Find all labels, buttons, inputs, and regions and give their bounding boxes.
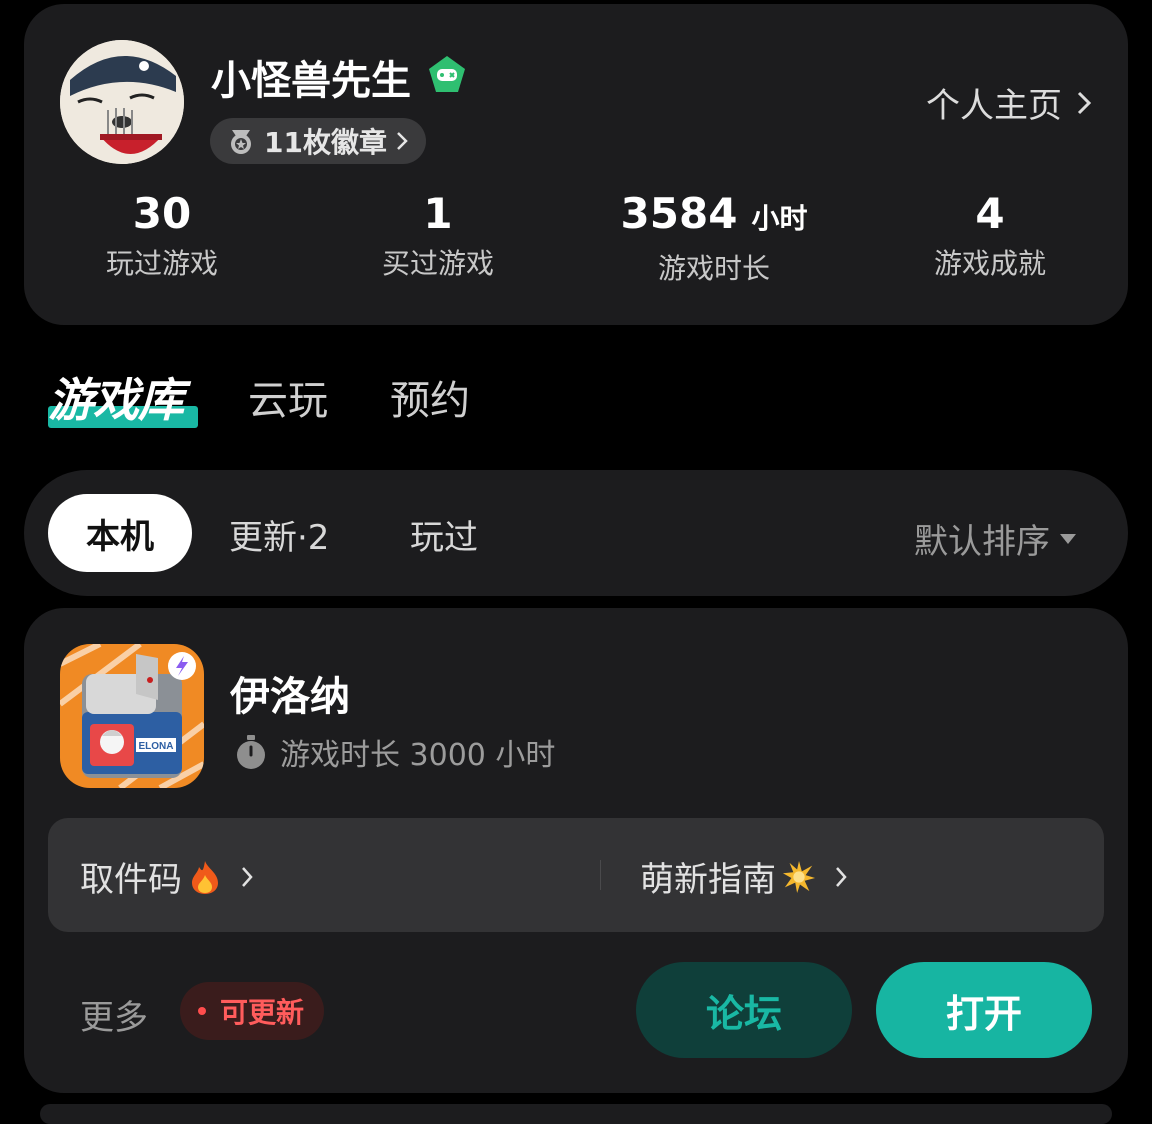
chevron-right-icon (242, 866, 253, 887)
badges-label: 11枚徽章 (264, 126, 387, 159)
username: 小怪兽先生 (211, 58, 411, 104)
tab-reservations[interactable]: 预约 (390, 368, 470, 426)
game-card: ELONA 伊洛纳 游戏时长 3000 小时 取件码 萌新指南 更多 可更新 论… (24, 608, 1128, 1093)
game-icon[interactable]: ELONA (60, 644, 204, 788)
chevron-right-icon (836, 866, 847, 887)
stat-label: 买过游戏 (381, 247, 494, 280)
profile-card: 小怪兽先生 11枚徽章 个人主页 30 玩过游戏 1 买过游戏 3584 小时 … (24, 4, 1128, 325)
game-title[interactable]: 伊洛纳 (230, 664, 350, 722)
filter-chip-updates[interactable]: 更新·2 (229, 510, 329, 559)
stat-bought-games[interactable]: 1 买过游戏 (300, 190, 576, 282)
stat-value: 4 (975, 189, 1005, 238)
stat-label: 游戏成就 (933, 247, 1046, 280)
update-badge-label: 可更新 (220, 996, 305, 1029)
stat-play-time[interactable]: 3584 小时 游戏时长 (576, 190, 852, 287)
homepage-label: 个人主页 (926, 86, 1062, 126)
quick-links-panel: 取件码 萌新指南 (48, 818, 1104, 932)
chevron-right-icon (397, 132, 408, 150)
stat-value: 30 (132, 189, 192, 238)
avatar[interactable] (60, 40, 184, 164)
personal-homepage-link[interactable]: 个人主页 (926, 78, 1092, 127)
game-icon-text: ELONA (139, 741, 174, 752)
beginner-guide-label: 萌新指南 (640, 860, 776, 900)
open-game-button[interactable]: 打开 (876, 962, 1092, 1058)
pickup-code-label: 取件码 (80, 860, 182, 900)
pickup-code-link[interactable]: 取件码 (80, 852, 254, 901)
chevron-right-icon (1077, 91, 1092, 114)
playtime-row: 游戏时长 3000 小时 (232, 730, 555, 774)
stat-achievements[interactable]: 4 游戏成就 (852, 190, 1128, 282)
stat-unit: 小时 (751, 202, 808, 235)
stat-played-games[interactable]: 30 玩过游戏 (24, 190, 300, 282)
sparkle-icon (782, 860, 816, 893)
beginner-guide-link[interactable]: 萌新指南 (640, 852, 848, 901)
more-button[interactable]: 更多 (80, 990, 148, 1039)
fire-icon (192, 860, 218, 894)
playtime-label: 游戏时长 3000 小时 (280, 738, 556, 773)
next-game-card (40, 1104, 1112, 1124)
stopwatch-icon (237, 735, 265, 769)
update-available-badge: 可更新 (180, 982, 324, 1040)
tab-game-library[interactable]: 游戏库 (48, 364, 184, 430)
stat-label: 游戏时长 (657, 252, 770, 285)
gamepad-verified-icon (426, 54, 468, 96)
medal-icon (231, 130, 251, 154)
filter-bar: 本机 更新·2 玩过 默认排序 (24, 470, 1128, 596)
caret-down-icon (1060, 533, 1076, 544)
filter-chip-local[interactable]: 本机 (48, 494, 192, 572)
forum-button[interactable]: 论坛 (636, 962, 852, 1058)
divider (600, 860, 601, 890)
tab-cloud-play[interactable]: 云玩 (248, 368, 328, 426)
badges-button[interactable]: 11枚徽章 (210, 118, 426, 164)
sort-label: 默认排序 (914, 522, 1050, 562)
filter-chip-played[interactable]: 玩过 (410, 510, 478, 559)
stat-value: 1 (423, 189, 453, 238)
stat-value: 3584 (620, 189, 738, 238)
red-dot-icon (198, 1007, 206, 1015)
stat-label: 玩过游戏 (105, 247, 218, 280)
sort-dropdown[interactable]: 默认排序 (914, 514, 1076, 563)
